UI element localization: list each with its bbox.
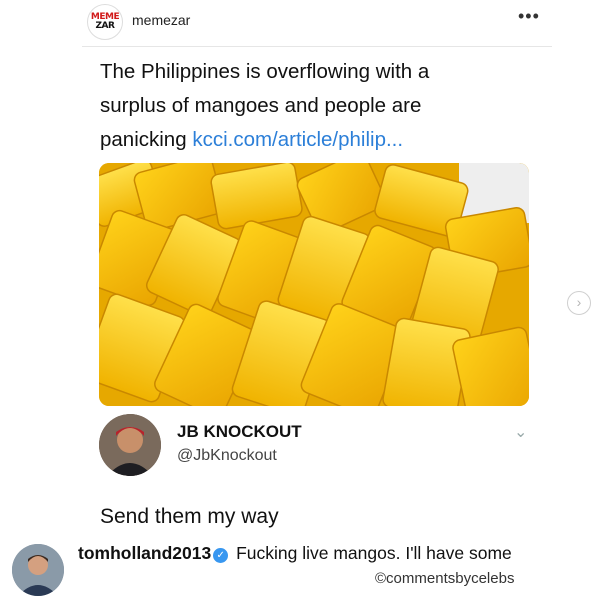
verified-badge-icon: ✓ (213, 548, 229, 563)
person-avatar-icon (99, 414, 161, 476)
comment-username[interactable]: tomholland2013 (78, 543, 211, 563)
mango-slices-graphic (99, 163, 529, 406)
comment-text: Fucking live mangos. I'll have some (231, 543, 512, 563)
post-username[interactable]: memezar (132, 12, 190, 28)
commenter-avatar[interactable] (12, 544, 64, 596)
mango-image (99, 163, 529, 406)
reply-handle[interactable]: @JbKnockout (177, 447, 277, 465)
watermark: ©commentsbycelebs (375, 570, 515, 587)
more-dots-icon[interactable]: ••• (518, 6, 540, 27)
carousel-next-icon[interactable]: › (567, 291, 591, 315)
tweet-text: The Philippines is overflowing with a su… (100, 55, 500, 157)
memezar-avatar-logo[interactable]: MEME ZAR (87, 4, 123, 40)
logo-line2: ZAR (95, 21, 115, 31)
reply-text: Send them my way (100, 505, 279, 528)
jb-knockout-avatar[interactable] (99, 414, 161, 476)
person-avatar-icon (12, 544, 64, 596)
comment: tomholland2013 ✓ Fucking live mangos. I'l… (78, 541, 558, 565)
reply-display-name[interactable]: JB KNOCKOUT (177, 422, 302, 442)
tweet-link[interactable]: kcci.com/article/philip... (192, 128, 403, 151)
chevron-down-icon[interactable]: ⌄ (514, 422, 527, 442)
